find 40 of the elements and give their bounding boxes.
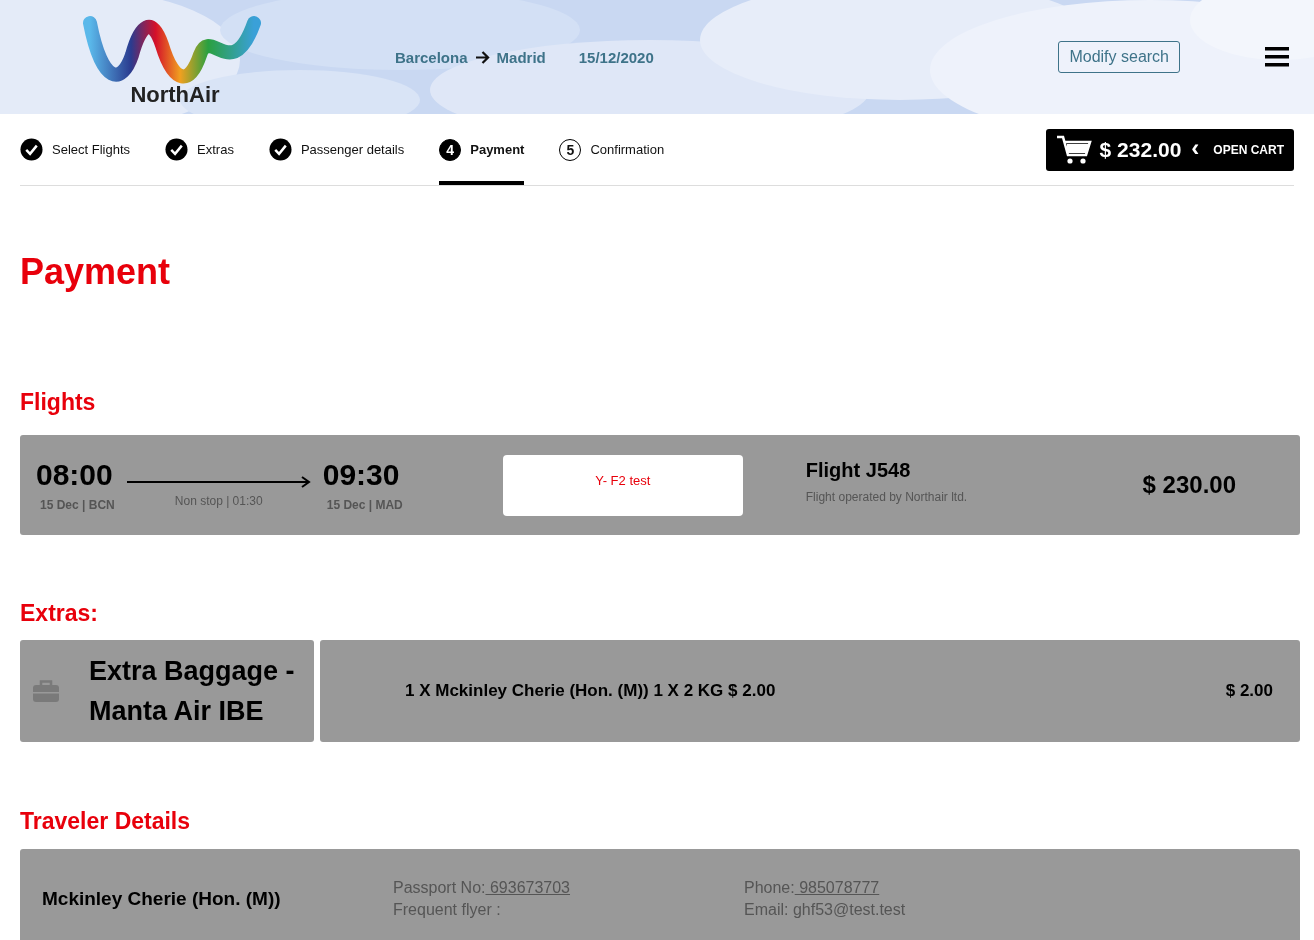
extra-title: Extra Baggage - Manta Air IBE: [89, 655, 296, 728]
section-heading: Flights: [20, 388, 97, 416]
traveler-name: Mckinley Cherie (Hon. (M)): [42, 888, 282, 910]
departure-time: 08:00: [36, 458, 114, 492]
arrival-time: 09:30: [322, 458, 401, 492]
step-tab[interactable]: 5 Confirmation: [559, 114, 665, 185]
page-title: Payment: [20, 252, 172, 292]
menu-icon[interactable]: [1265, 47, 1289, 67]
flight-price: $ 230.00: [1142, 471, 1236, 499]
logo-icon: [82, 14, 262, 86]
origin-city: Barcelona: [395, 48, 468, 66]
frequent-flyer-label: Frequent flyer :: [393, 901, 502, 919]
cart-icon: [1055, 134, 1092, 165]
destination-city: Madrid: [496, 48, 546, 66]
step-tab[interactable]: Select Flights: [20, 114, 131, 185]
passport-label: Passport No:: [393, 879, 486, 897]
fare-name: Y- F2 test: [595, 472, 651, 490]
step-tab[interactable]: Extras: [165, 114, 234, 185]
travel-date: 15/12/2020: [578, 48, 654, 66]
flight-number: Flight J548: [805, 458, 912, 482]
phone-label: Phone:: [744, 879, 795, 897]
open-cart-button[interactable]: $ 232.00 ‹ OPEN CART: [1045, 128, 1294, 171]
extra-description: 1 X Mckinley Cherie (Hon. (M)) 1 X 2 KG $ 2.00: [405, 681, 776, 701]
check-icon: [165, 138, 189, 161]
operator-text: Flight operated by Northair ltd.: [805, 489, 968, 504]
email-text: Email: ghf53@test.test: [744, 901, 906, 919]
section-heading: Extras:: [20, 599, 99, 627]
arrow-icon: [474, 50, 490, 64]
suitcase-icon: [33, 680, 59, 702]
arrival-info: 15 Dec | MAD: [326, 498, 403, 512]
modify-search-button[interactable]: Modify search: [1058, 41, 1180, 73]
step-tab[interactable]: 4 Payment: [439, 114, 525, 185]
duration-text: Non stop | 01:30: [174, 494, 263, 508]
logo-text: NorthAir: [130, 82, 220, 108]
extra-price: $ 2.00: [1225, 681, 1273, 701]
check-icon: [20, 138, 43, 161]
check-icon: [268, 138, 292, 161]
section-heading: Traveler Details: [20, 807, 192, 835]
departure-info: 15 Dec | BCN: [40, 498, 115, 512]
step-tab[interactable]: Passenger details: [268, 114, 405, 185]
